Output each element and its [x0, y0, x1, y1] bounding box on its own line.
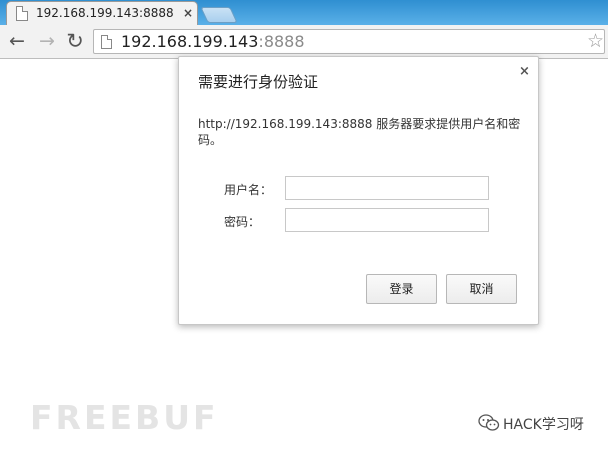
address-bar[interactable]: 192.168.199.143:8888 ☆: [93, 29, 605, 54]
url-text[interactable]: 192.168.199.143:8888: [121, 32, 305, 51]
tab-strip: 192.168.199.143:8888 ×: [0, 0, 608, 25]
toolbar: ← → ↻ 192.168.199.143:8888 ☆: [0, 25, 608, 59]
login-button[interactable]: 登录: [366, 274, 437, 304]
bookmark-star-icon[interactable]: ☆: [587, 30, 604, 52]
browser-tab[interactable]: 192.168.199.143:8888 ×: [6, 1, 198, 25]
page-icon: [16, 6, 28, 21]
browser-window: 192.168.199.143:8888 × ← → ↻ 192.168.199…: [0, 0, 608, 451]
tab-close-icon[interactable]: ×: [183, 5, 193, 21]
dialog-close-icon[interactable]: ×: [519, 64, 530, 79]
tab-title: 192.168.199.143:8888: [36, 6, 174, 20]
page-icon: [101, 35, 112, 49]
dialog-title: 需要进行身份验证: [198, 73, 319, 91]
freebuf-watermark: FREEBUF: [30, 398, 219, 437]
username-field[interactable]: [285, 176, 489, 200]
url-port: :8888: [258, 32, 305, 51]
url-host: 192.168.199.143: [121, 32, 259, 51]
wechat-icon: [478, 414, 500, 431]
new-tab-button[interactable]: [200, 7, 238, 23]
password-field[interactable]: [285, 208, 489, 232]
username-label: 用户名：: [224, 183, 273, 197]
auth-dialog: × 需要进行身份验证 http://192.168.199.143:8888 服…: [178, 56, 539, 325]
cancel-button[interactable]: 取消: [446, 274, 517, 304]
dialog-message: http://192.168.199.143:8888 服务器要求提供用户名和密…: [198, 117, 521, 147]
password-label: 密码：: [224, 215, 261, 229]
back-icon[interactable]: ←: [6, 30, 28, 52]
account-watermark: HACK学习呀: [503, 417, 584, 433]
reload-icon[interactable]: ↻: [64, 30, 86, 52]
forward-icon[interactable]: →: [36, 30, 58, 52]
